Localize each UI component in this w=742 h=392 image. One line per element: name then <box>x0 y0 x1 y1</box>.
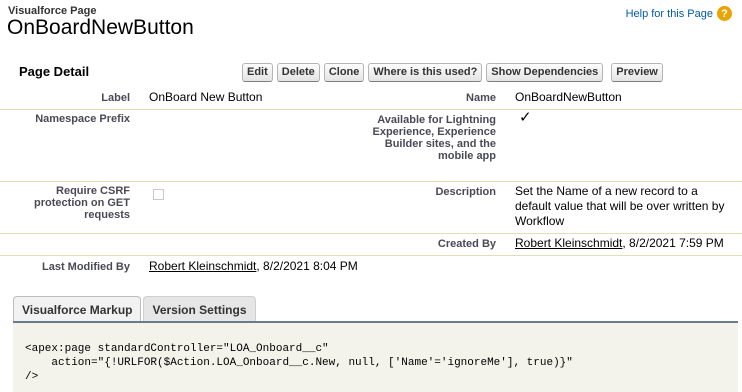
created-by-date: , 8/2/2021 7:59 PM <box>622 236 724 250</box>
tab-visualforce-markup[interactable]: Visualforce Markup <box>13 296 142 322</box>
last-modified-field-value: Robert Kleinschmidt, 8/2/2021 8:04 PM <box>149 259 358 274</box>
page-detail-title: Page Detail <box>19 64 90 79</box>
help-link-container[interactable]: Help for this Page ? <box>626 6 732 21</box>
detail-row-namespace: Namespace Prefix Available for Lightning… <box>0 110 742 182</box>
edit-button[interactable]: Edit <box>242 63 273 82</box>
delete-button[interactable]: Delete <box>276 63 320 82</box>
detail-button-bar: Edit Delete Clone Where is this used? Sh… <box>242 63 663 82</box>
detail-row-csrf: Require CSRF protection on GET requests … <box>0 182 742 234</box>
markup-code: <apex:page standardController="LOA_Onboa… <box>25 343 573 383</box>
checkmark-icon: ✓ <box>519 109 532 126</box>
page-title: OnBoardNewButton <box>7 16 194 39</box>
namespace-field-label: Namespace Prefix <box>35 113 130 125</box>
csrf-field-label: Require CSRF protection on GET requests <box>34 185 130 221</box>
csrf-checkbox <box>153 189 164 200</box>
question-mark-icon[interactable]: ? <box>717 6 732 21</box>
preview-button[interactable]: Preview <box>611 63 663 82</box>
last-modified-field-label: Last Modified By <box>41 261 130 273</box>
help-link[interactable]: Help for this Page <box>626 8 713 20</box>
detail-row-created: Created By Robert Kleinschmidt, 8/2/2021… <box>0 234 742 256</box>
available-field-label: Available for Lightning Experience, Expe… <box>372 114 496 162</box>
label-field-value: OnBoard New Button <box>149 90 263 104</box>
markup-panel: <apex:page standardController="LOA_Onboa… <box>13 321 738 392</box>
where-used-button[interactable]: Where is this used? <box>368 63 483 82</box>
created-by-field-value: Robert Kleinschmidt, 8/2/2021 7:59 PM <box>515 236 724 251</box>
created-by-field-label: Created By <box>437 238 496 250</box>
description-field-label: Description <box>435 186 496 198</box>
detail-row-modified: Last Modified By Robert Kleinschmidt, 8/… <box>0 256 742 278</box>
label-field-label: Label <box>101 92 130 104</box>
show-dependencies-button[interactable]: Show Dependencies <box>486 63 604 82</box>
last-modified-date: , 8/2/2021 8:04 PM <box>256 259 358 273</box>
unchecked-checkbox-icon <box>153 189 164 200</box>
clone-button[interactable]: Clone <box>323 63 365 82</box>
markup-tabs: Visualforce Markup Version Settings <box>13 296 256 322</box>
created-by-user-link[interactable]: Robert Kleinschmidt <box>515 236 622 250</box>
description-field-value: Set the Name of a new record to a defaul… <box>515 184 725 228</box>
tab-version-settings[interactable]: Version Settings <box>143 296 256 322</box>
detail-row-label: Label OnBoard New Button Name OnBoardNew… <box>0 87 742 110</box>
name-field-label: Name <box>466 92 496 104</box>
last-modified-user-link[interactable]: Robert Kleinschmidt <box>149 259 256 273</box>
name-field-value: OnBoardNewButton <box>515 90 622 104</box>
